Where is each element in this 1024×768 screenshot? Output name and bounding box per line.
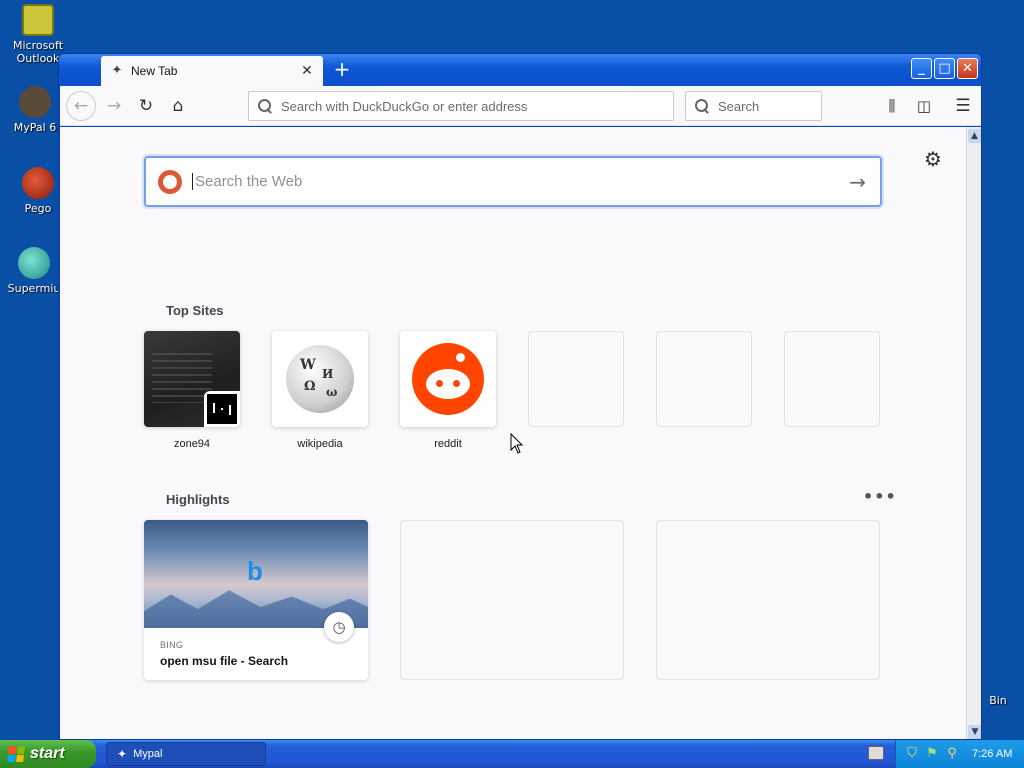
- minimize-button[interactable]: _: [911, 58, 932, 79]
- site-name: wikipedia: [297, 438, 343, 450]
- scroll-down-icon[interactable]: ▼: [968, 725, 981, 739]
- clock[interactable]: 7:26 AM: [972, 748, 1012, 760]
- nav-toolbar: ← → ↻ ⌂ Search with DuckDuckGo or enter …: [60, 86, 981, 126]
- windows-flag-icon: [7, 746, 25, 762]
- empty-site-tile: [656, 331, 752, 427]
- top-sites-heading: Top Sites: [166, 303, 224, 318]
- empty-site-tile: [528, 331, 624, 427]
- search-icon: [257, 98, 273, 114]
- outlook-icon: [22, 4, 54, 36]
- taskbar-item-mypal[interactable]: ✦ Mypal: [106, 742, 266, 766]
- mypal-icon: [19, 86, 51, 118]
- forward-button[interactable]: →: [100, 92, 128, 120]
- search-placeholder: Search: [718, 98, 760, 114]
- menu-icon[interactable]: ☰: [949, 92, 977, 120]
- highlight-title: open msu file - Search: [160, 654, 289, 668]
- pego-icon: [22, 167, 54, 199]
- mypal-favicon-icon: ✦: [111, 63, 123, 78]
- site-name: zone94: [173, 438, 211, 450]
- tab-title: New Tab: [131, 64, 178, 78]
- keyboard-icon[interactable]: [868, 746, 884, 760]
- desktop-icon-supermium[interactable]: Supermiu: [5, 247, 63, 295]
- browser-window: ✦ New Tab ✕ + _ □ ✕ ← → ↻ ⌂ Search with …: [58, 53, 982, 740]
- arrow-right-icon[interactable]: →: [849, 170, 866, 194]
- top-site-empty[interactable]: [528, 331, 624, 427]
- highlight-placeholder: [400, 520, 624, 680]
- mypal-icon: ✦: [117, 747, 128, 761]
- clock-icon: ◷: [324, 612, 354, 642]
- top-site-empty[interactable]: [784, 331, 880, 427]
- gear-icon[interactable]: ⚙: [924, 147, 942, 171]
- shield-icon[interactable]: ⛉: [904, 746, 920, 762]
- more-options-icon[interactable]: •••: [863, 487, 897, 506]
- task-label: Mypal: [133, 748, 163, 760]
- desktop-icon-label: Bin: [989, 694, 1007, 707]
- top-site-reddit[interactable]: reddit: [400, 331, 496, 450]
- title-bar[interactable]: ✦ New Tab ✕ + _ □ ✕: [59, 54, 981, 86]
- url-placeholder: Search with DuckDuckGo or enter address: [281, 98, 528, 114]
- mouse-cursor-icon: [510, 432, 524, 459]
- system-tray: ⛉ ⚑ ⚲ 7:26 AM: [895, 740, 1024, 768]
- web-search-box[interactable]: Search the Web →: [144, 156, 882, 207]
- site-name: reddit: [434, 438, 462, 450]
- start-label: start: [30, 745, 65, 762]
- back-button[interactable]: ←: [66, 91, 96, 121]
- site-tile: [144, 331, 240, 427]
- top-site-zone94[interactable]: zone94: [144, 331, 240, 450]
- new-tab-button[interactable]: +: [331, 58, 353, 80]
- search-bar[interactable]: Search: [685, 91, 822, 121]
- sidebar-icon[interactable]: ◫: [910, 92, 938, 120]
- highlight-card[interactable]: b ◷ BING open msu file - Search: [144, 520, 368, 680]
- site-tile: W И Ω ω: [272, 331, 368, 427]
- desktop-icon-recycle-bin[interactable]: Bin: [978, 694, 1018, 707]
- scroll-up-icon[interactable]: ▲: [967, 129, 981, 143]
- tab-close-icon[interactable]: ✕: [299, 63, 315, 79]
- empty-site-tile: [784, 331, 880, 427]
- url-bar[interactable]: Search with DuckDuckGo or enter address: [248, 91, 674, 121]
- desktop-icon-label: MyPal 6: [13, 121, 57, 134]
- search-icon: [694, 98, 710, 114]
- tab-new-tab[interactable]: ✦ New Tab ✕: [101, 56, 323, 86]
- web-search-input[interactable]: Search the Web: [192, 173, 849, 190]
- supermium-icon: [18, 247, 50, 279]
- vertical-scrollbar[interactable]: ▲ ▼: [966, 127, 981, 739]
- highlight-source: BING: [160, 640, 184, 650]
- desktop-icon-label: Supermiu: [7, 282, 61, 295]
- site-tile: [400, 331, 496, 427]
- top-site-wikipedia[interactable]: W И Ω ω wikipedia: [272, 331, 368, 450]
- taskbar: start ✦ Mypal ⛉ ⚑ ⚲ 7:26 AM: [0, 740, 1024, 768]
- duckduckgo-icon: [158, 169, 182, 194]
- highlight-placeholder: [656, 520, 880, 680]
- home-button[interactable]: ⌂: [164, 92, 192, 120]
- bing-logo-icon: b: [247, 556, 263, 586]
- network-icon[interactable]: ⚑: [924, 746, 940, 762]
- library-icon[interactable]: ⫼: [878, 92, 906, 120]
- pong-icon: [204, 391, 240, 427]
- close-button[interactable]: ✕: [957, 58, 978, 79]
- reload-button[interactable]: ↻: [132, 92, 160, 120]
- window-controls: _ □ ✕: [911, 58, 978, 79]
- start-button[interactable]: start: [0, 740, 96, 768]
- desktop-icon-mypal[interactable]: MyPal 6: [5, 86, 65, 134]
- top-site-empty[interactable]: [656, 331, 752, 427]
- highlight-thumbnail: b ◷: [144, 520, 368, 642]
- wikipedia-globe-icon: W И Ω ω: [286, 345, 354, 413]
- search-tray-icon[interactable]: ⚲: [944, 746, 960, 762]
- highlights-heading: Highlights: [166, 492, 230, 507]
- maximize-button[interactable]: □: [934, 58, 955, 79]
- reddit-icon: [412, 343, 484, 415]
